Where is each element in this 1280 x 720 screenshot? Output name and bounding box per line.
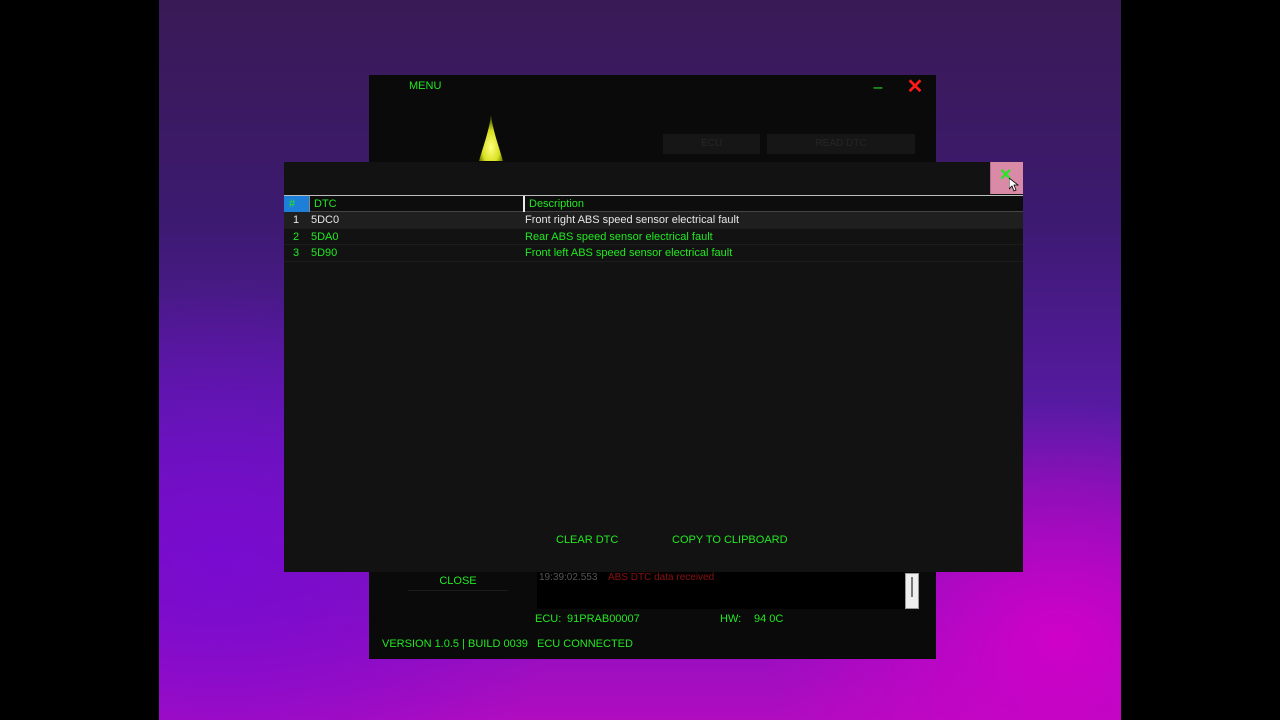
- log-message: ABS DTC data received: [608, 572, 715, 583]
- table-row[interactable]: 3 5D90 Front left ABS speed sensor elect…: [284, 245, 1023, 262]
- dtc-table: # DTC Description 1 5DC0 Front right ABS…: [284, 195, 1023, 262]
- logo-flame-icon: [479, 115, 503, 161]
- table-row[interactable]: 2 5DA0 Rear ABS speed sensor electrical …: [284, 229, 1023, 245]
- ecu-value: 91PRAB00007: [567, 613, 640, 625]
- row-description: Front right ABS speed sensor electrical …: [525, 214, 739, 226]
- hw-value: 94 0C: [754, 613, 784, 625]
- copy-to-clipboard-button[interactable]: COPY TO CLIPBOARD: [672, 534, 788, 546]
- mouse-cursor-icon: [1009, 178, 1019, 192]
- dtc-window: ✕ # DTC Description 1 5DC0 Front right A…: [284, 162, 1023, 572]
- close-button[interactable]: CLOSE: [408, 571, 508, 591]
- row-dtc: 5DA0: [311, 230, 339, 243]
- connection-status: ECU CONNECTED: [537, 638, 633, 650]
- menu-button[interactable]: MENU: [409, 80, 441, 92]
- screen: MENU – ✕ ECU READ DTC CLOSE 19:39:02.553…: [0, 0, 1280, 720]
- minimize-button[interactable]: –: [870, 79, 886, 97]
- row-description: Front left ABS speed sensor electrical f…: [525, 247, 733, 259]
- row-num: 1: [293, 214, 300, 226]
- clear-dtc-button[interactable]: CLEAR DTC: [556, 534, 618, 546]
- log-timestamp: 19:39:02.553: [539, 572, 598, 583]
- ecu-label: ECU:: [535, 613, 562, 625]
- column-header-num[interactable]: #: [284, 196, 309, 212]
- row-description: Rear ABS speed sensor electrical fault: [525, 230, 713, 243]
- row-num: 3: [293, 247, 300, 259]
- log-panel: 19:39:02.553 ABS DTC data received: [537, 571, 919, 609]
- log-scrollbar[interactable]: [905, 573, 919, 609]
- ecu-button[interactable]: ECU: [663, 134, 760, 154]
- row-num: 2: [293, 230, 300, 243]
- row-dtc: 5DC0: [311, 214, 340, 226]
- table-header: # DTC Description: [284, 195, 1023, 212]
- hw-label: HW:: [720, 613, 742, 625]
- column-header-description[interactable]: Description: [523, 196, 1023, 212]
- read-dtc-button[interactable]: READ DTC: [767, 134, 915, 154]
- table-row[interactable]: 1 5DC0 Front right ABS speed sensor elec…: [284, 212, 1023, 229]
- version-text: VERSION 1.0.5 | BUILD 0039: [382, 638, 528, 650]
- row-dtc: 5D90: [311, 247, 338, 259]
- column-header-dtc[interactable]: DTC: [309, 196, 523, 212]
- app-close-icon[interactable]: ✕: [905, 77, 925, 97]
